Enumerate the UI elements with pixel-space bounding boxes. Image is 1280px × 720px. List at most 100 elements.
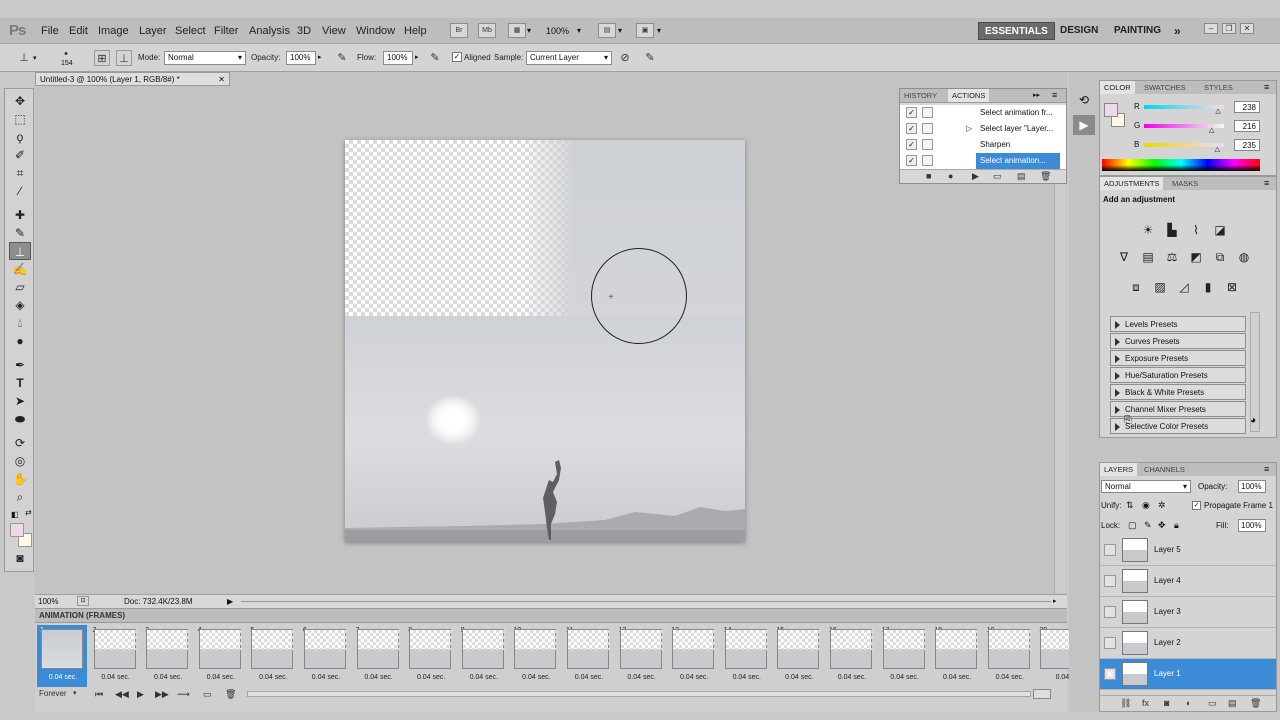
frame-delay[interactable]: 0.04 sec. — [304, 674, 348, 681]
lock-transparency-icon[interactable]: ▢ — [1128, 520, 1137, 531]
slider-thumb-icon[interactable]: △ — [1209, 126, 1214, 134]
close-icon[interactable]: ✕ — [218, 73, 225, 86]
foreground-color-swatch[interactable] — [1104, 103, 1118, 117]
menu-window[interactable]: Window — [356, 25, 395, 37]
play-icon[interactable]: ▶ — [137, 687, 144, 701]
menu-edit[interactable]: Edit — [69, 25, 88, 37]
panel-menu-icon[interactable]: ≡ — [1264, 82, 1269, 92]
opacity-input[interactable]: 100% — [286, 51, 316, 65]
animation-frame[interactable]: 30.04 sec. — [142, 625, 192, 687]
threshold-icon[interactable]: ◿ — [1176, 279, 1192, 295]
paint-bucket-tool-icon[interactable]: ◈ — [9, 296, 31, 314]
action-row[interactable]: ✓ Select animation fr... — [900, 105, 1066, 121]
return-to-list-icon[interactable]: ⎘ — [1124, 415, 1132, 426]
layer-row[interactable]: ◉ Layer 1 — [1100, 659, 1276, 690]
zoom-readout[interactable]: 100% — [38, 595, 58, 608]
previous-frame-icon[interactable]: ◀◀ — [115, 687, 129, 701]
preset-group[interactable]: Curves Presets — [1110, 333, 1246, 349]
photo-filter-icon[interactable]: ⧉ — [1212, 249, 1228, 265]
dialog-toggle[interactable] — [922, 139, 933, 150]
tab-layers[interactable]: LAYERS — [1100, 463, 1138, 476]
visibility-eye-icon[interactable] — [1104, 637, 1116, 649]
animation-frame[interactable]: 10.04 sec. — [37, 625, 87, 687]
check-icon[interactable]: ✓ — [906, 155, 917, 166]
minimize-icon[interactable]: – — [1204, 23, 1218, 34]
action-row[interactable]: ✓ Sharpen — [900, 137, 1066, 153]
tab-styles[interactable]: STYLES — [1200, 81, 1237, 94]
animation-frame[interactable]: 50.04 sec. — [247, 625, 297, 687]
frame-delay[interactable]: 0.04 sec. — [672, 674, 716, 681]
link-layers-icon[interactable]: ⛓ — [1120, 698, 1131, 709]
menu-help[interactable]: Help — [404, 25, 427, 37]
frame-delay[interactable]: 0.04 sec. — [199, 674, 243, 681]
quick-selection-tool-icon[interactable]: ✐ — [9, 146, 31, 164]
frame-delay[interactable]: 0.04 sec. — [251, 674, 295, 681]
foreground-color-swatch[interactable] — [10, 523, 24, 537]
tab-actions[interactable]: ACTIONS — [948, 89, 990, 102]
tab-adjustments[interactable]: ADJUSTMENTS — [1100, 177, 1164, 190]
pen-tool-icon[interactable]: ✒ — [9, 356, 31, 374]
frame-delay[interactable]: 0.04 sec. — [94, 674, 138, 681]
pressure-size-icon[interactable]: ✎ — [642, 50, 658, 66]
trash-icon[interactable]: 🗑︎ — [1040, 171, 1051, 182]
animation-frame[interactable]: 120.04 sec. — [616, 625, 666, 687]
frame-delay[interactable]: 0.04 sec. — [462, 674, 506, 681]
close-icon[interactable]: ✕ — [1240, 23, 1254, 34]
chevron-down-icon[interactable]: ▾ — [527, 26, 531, 35]
restore-icon[interactable]: ❐ — [1222, 23, 1236, 34]
path-selection-tool-icon[interactable]: ➤ — [9, 392, 31, 410]
channel-value-input[interactable]: 238 — [1234, 101, 1260, 113]
propagate-frame-checkbox[interactable]: ✓ — [1192, 501, 1201, 510]
mode-select[interactable]: Normal ▾ — [164, 51, 246, 65]
frame-delay[interactable]: 0.04 sec. — [41, 674, 85, 681]
quick-mask-icon[interactable]: ◙ — [9, 549, 31, 567]
fill-input[interactable]: 100% — [1238, 519, 1266, 532]
layer-opacity-input[interactable]: 100% — [1238, 480, 1266, 493]
levels-icon[interactable]: ▙ — [1164, 222, 1180, 238]
animation-frame[interactable]: 150.04 sec. — [773, 625, 823, 687]
blur-tool-icon[interactable]: 💧︎ — [9, 314, 31, 332]
visibility-eye-icon[interactable] — [1104, 606, 1116, 618]
zoom-level[interactable]: 100% — [546, 26, 569, 36]
frames-scrollbar[interactable] — [247, 691, 1031, 697]
frame-delay[interactable]: 0.04 sec. — [409, 674, 453, 681]
flow-slider-arrow-icon[interactable]: ▸ — [415, 53, 419, 61]
history-panel-icon[interactable]: ⟲ — [1073, 90, 1095, 110]
clone-stamp-tool-icon[interactable]: ⊥ — [16, 50, 32, 66]
frame-delay[interactable]: 0.04 sec. — [567, 674, 611, 681]
dodge-tool-icon[interactable]: ● — [9, 332, 31, 350]
action-row[interactable]: ✓ Select animation... — [900, 153, 1066, 169]
channel-value-input[interactable]: 216 — [1234, 120, 1260, 132]
frame-delay[interactable]: 0.04 sec. — [777, 674, 821, 681]
tab-channels[interactable]: CHANNELS — [1140, 463, 1189, 476]
selective-color-icon[interactable]: ⊠ — [1224, 279, 1240, 295]
aligned-checkbox[interactable]: ✓ — [452, 52, 462, 62]
check-icon[interactable]: ✓ — [906, 123, 917, 134]
clone-stamp-tool-icon[interactable]: ⊥ — [9, 242, 31, 260]
default-colors-icon[interactable]: ◧ — [11, 510, 19, 519]
flow-input[interactable]: 100% — [383, 51, 413, 65]
first-frame-icon[interactable]: ⏮ — [95, 687, 103, 701]
status-menu-arrow-icon[interactable]: ▶ — [227, 595, 237, 608]
move-tool-icon[interactable]: ✥ — [9, 92, 31, 110]
panel-menu-icon[interactable]: ≡ — [1264, 178, 1269, 188]
delete-frame-icon[interactable]: 🗑︎ — [225, 687, 236, 701]
animation-frame[interactable]: 60.04 sec. — [300, 625, 350, 687]
zoom-options-icon[interactable]: ⊡ — [77, 596, 89, 606]
animation-frame[interactable]: 100.04 sec. — [510, 625, 560, 687]
animation-frame[interactable]: 80.04 sec. — [405, 625, 455, 687]
next-frame-icon[interactable]: ▶▶ — [155, 687, 169, 701]
history-brush-tool-icon[interactable]: ✍ — [9, 260, 31, 278]
unify-position-icon[interactable]: ⇅ — [1126, 500, 1134, 511]
dialog-toggle[interactable] — [922, 107, 933, 118]
frame-delay[interactable]: 0.04 sec. — [146, 674, 190, 681]
timeline-mode-icon[interactable] — [1033, 689, 1051, 699]
slider-thumb-icon[interactable]: △ — [1215, 107, 1220, 115]
color-balance-icon[interactable]: ⚖ — [1164, 249, 1180, 265]
preset-group[interactable]: Black & White Presets — [1110, 384, 1246, 400]
scroll-right-icon[interactable]: ▸ — [1053, 595, 1057, 608]
duplicate-frame-icon[interactable]: ▭ — [203, 687, 212, 701]
marquee-tool-icon[interactable]: ⬚ — [9, 110, 31, 128]
menu-3d[interactable]: 3D — [297, 25, 311, 37]
hand-tool-icon[interactable]: ✋ — [9, 470, 31, 488]
